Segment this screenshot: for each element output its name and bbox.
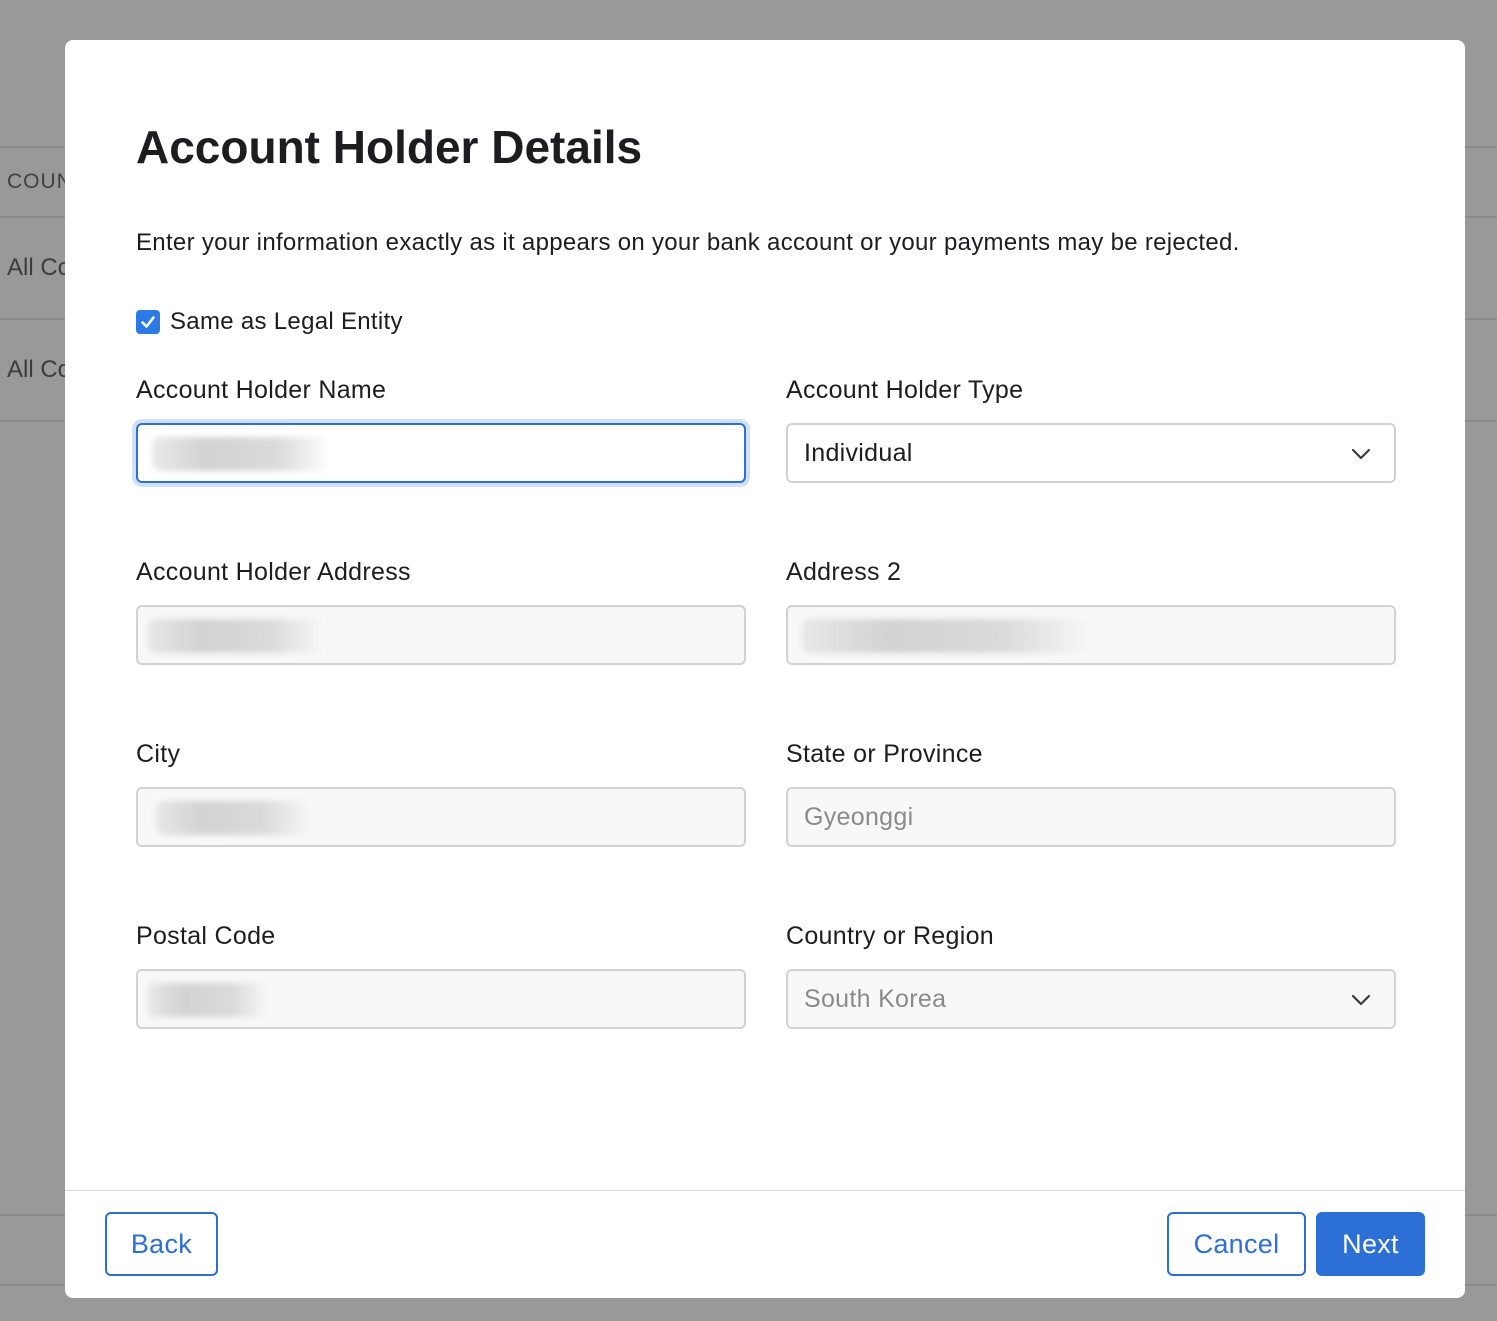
same-as-legal-entity-row[interactable]: Same as Legal Entity (136, 308, 403, 336)
background-row-label: All Co (7, 254, 72, 281)
account-holder-type-select[interactable]: Individual (786, 423, 1396, 483)
postal-code-label: Postal Code (136, 922, 276, 950)
state-or-province-value: Gyeonggi (804, 803, 914, 831)
redacted-value (148, 619, 323, 653)
chevron-down-icon (1351, 448, 1371, 460)
country-or-region-select[interactable]: South Korea (786, 969, 1396, 1029)
same-as-legal-entity-checkbox[interactable] (136, 310, 160, 334)
city-label: City (136, 740, 181, 768)
state-or-province-input[interactable]: Gyeonggi (786, 787, 1396, 847)
same-as-legal-entity-label: Same as Legal Entity (170, 308, 403, 335)
address-2-input[interactable] (786, 605, 1396, 665)
account-holder-type-label: Account Holder Type (786, 376, 1024, 404)
account-holder-address-input[interactable] (136, 605, 746, 665)
redacted-value (148, 983, 268, 1017)
checkmark-icon (141, 316, 155, 328)
postal-code-input[interactable] (136, 969, 746, 1029)
city-input[interactable] (136, 787, 746, 847)
country-or-region-label: Country or Region (786, 922, 994, 950)
redacted-value (802, 619, 1092, 653)
background-row-label: All Co (7, 356, 72, 383)
modal-title: Account Holder Details (136, 121, 643, 173)
chevron-down-icon (1351, 994, 1371, 1006)
state-or-province-label: State or Province (786, 740, 983, 768)
back-button[interactable]: Back (105, 1212, 218, 1276)
next-button[interactable]: Next (1316, 1212, 1425, 1276)
modal-description: Enter your information exactly as it app… (136, 229, 1240, 256)
footer-divider (65, 1190, 1465, 1191)
account-holder-name-input[interactable] (136, 423, 746, 483)
address-2-label: Address 2 (786, 558, 902, 586)
account-holder-name-label: Account Holder Name (136, 376, 387, 404)
redacted-value (152, 437, 332, 471)
background-column-header: COUN (7, 170, 73, 193)
account-holder-type-value: Individual (804, 439, 913, 467)
account-holder-address-label: Account Holder Address (136, 558, 411, 586)
country-or-region-value: South Korea (804, 985, 947, 1013)
account-holder-modal: Account Holder Details Enter your inform… (65, 40, 1465, 1298)
redacted-value (156, 801, 311, 835)
cancel-button[interactable]: Cancel (1167, 1212, 1306, 1276)
